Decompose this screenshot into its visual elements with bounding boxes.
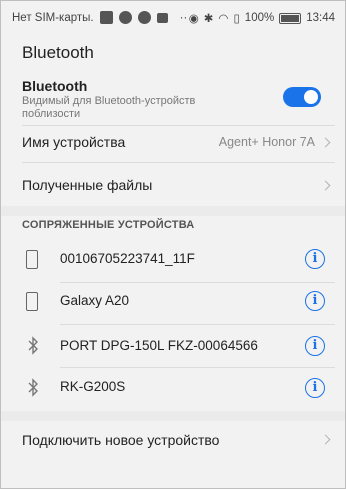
bluetooth-icon [28,336,38,355]
app-icon [118,11,132,24]
bluetooth-toggle-switch[interactable] [283,87,321,107]
battery-percent: 100% [244,12,275,24]
device-name-value: Agent+ Honor 7A [218,135,315,149]
pair-new-device-row[interactable]: Подключить новое устройство [1,421,345,461]
chevron-right-icon [320,434,331,445]
wifi-icon: ◠ [218,13,229,25]
bluetooth-status-icon: ✱ [203,13,214,25]
chevron-right-icon [320,137,331,148]
section-gap [1,206,345,216]
pair-new-device-label: Подключить новое устройство [22,432,220,448]
sim-icon: ▯ [233,13,240,25]
info-icon[interactable]: i [305,378,325,398]
notification-icon [137,11,151,24]
bluetooth-toggle-row[interactable]: Bluetooth Видимый для Bluetooth-устройст… [1,75,345,125]
phone-icon [26,292,38,311]
paired-devices-header: СОПРЯЖЕННЫЕ УСТРОЙСТВА [22,219,195,231]
paired-device-row[interactable]: RK-G200S i [1,368,345,408]
device-name-label: Имя устройства [22,134,126,150]
status-bar-left: Нет SIM-карты. ·· [12,11,187,24]
bluetooth-icon [28,378,38,397]
image-icon [156,12,168,23]
received-files-row[interactable]: Полученные файлы [1,163,345,205]
location-icon: ◉ [188,13,199,25]
section-gap [1,411,345,421]
status-bar: Нет SIM-карты. ·· ◉ ✱ ◠ ▯ 100% 13:44 [1,1,345,35]
info-icon[interactable]: i [305,336,325,356]
clock: 13:44 [306,12,335,24]
bluetooth-visibility-line1: Видимый для Bluetooth-устройств [22,95,196,107]
more-notifications-icon: ·· [179,11,188,24]
bluetooth-settings-screen: Нет SIM-карты. ·· ◉ ✱ ◠ ▯ 100% 13:44 Blu… [0,0,346,489]
paired-device-name: 00106705223741_11F [60,251,195,266]
paired-device-name: PORT DPG-150L FKZ-00064566 [60,338,258,353]
toggle-knob [304,90,318,104]
info-icon[interactable]: i [305,291,325,311]
status-bar-right: ◉ ✱ ◠ ▯ 100% 13:44 [189,11,335,25]
chevron-right-icon [320,180,331,191]
bluetooth-visibility-line2: поблизости [22,108,81,120]
device-name-row[interactable]: Имя устройства Agent+ Honor 7A [1,126,345,160]
carrier-text: Нет SIM-карты. [12,11,94,24]
info-icon[interactable]: i [305,249,325,269]
bluetooth-visibility-text: Видимый для Bluetooth-устройств поблизос… [22,95,195,121]
bluetooth-toggle-label: Bluetooth [22,78,88,94]
received-files-label: Полученные файлы [22,177,153,193]
paired-device-name: Galaxy A20 [60,293,130,308]
message-icon [99,11,113,24]
phone-icon [26,250,38,269]
paired-device-name: RK-G200S [60,379,126,394]
paired-device-row[interactable]: PORT DPG-150L FKZ-00064566 i [1,325,345,367]
page-title: Bluetooth [22,43,94,62]
paired-device-row[interactable]: Galaxy A20 i [1,283,345,327]
battery-icon [279,12,302,24]
paired-device-row[interactable]: 00106705223741_11F i [1,238,345,282]
